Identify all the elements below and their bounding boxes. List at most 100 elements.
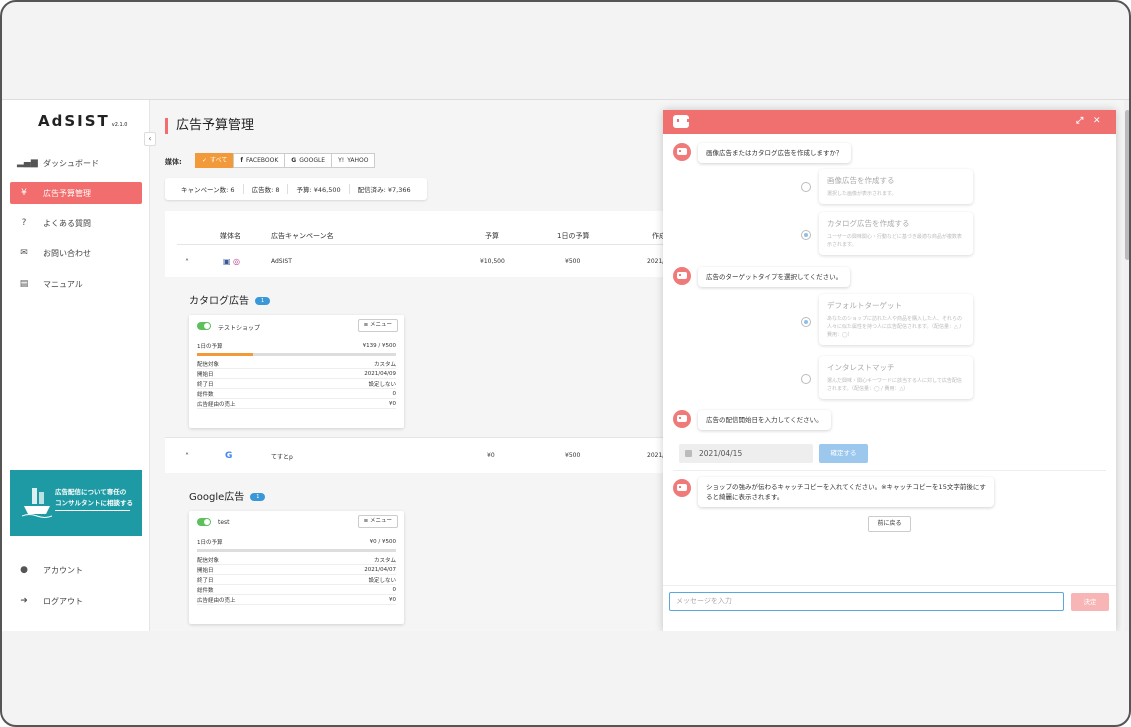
- sidebar-item-label: ダッシュボード: [43, 158, 99, 168]
- page-scrollbar[interactable]: [1124, 100, 1129, 631]
- detail-key: 終了日: [197, 577, 214, 584]
- sidebar-item-label: よくある質問: [43, 218, 91, 228]
- divider: [165, 437, 705, 438]
- section-title: Google広告 1: [189, 488, 266, 503]
- radio-image-ad[interactable]: [801, 182, 811, 192]
- filter-label: 媒体:: [165, 158, 182, 166]
- confirm-button[interactable]: 確定する: [819, 444, 868, 463]
- detail-key: 1日の予算: [197, 344, 223, 350]
- option-desc: ユーザーの興味関心・行動などに基づき最適な商品が複数表示されます。: [827, 234, 962, 248]
- mail-icon: ✉: [20, 248, 28, 258]
- expanded-section-catalog: カタログ広告 1 テストショップ ≡ メニュー 1日の予算 ¥139 / ¥500 …: [165, 277, 705, 437]
- ad-row: 広告経由の売上 ¥0: [197, 595, 396, 605]
- filter-yahoo[interactable]: Y! YAHOO: [331, 153, 376, 168]
- instagram-icon: ◎: [233, 257, 240, 266]
- message-input[interactable]: メッセージを入力: [669, 592, 1064, 611]
- ad-row: 終了日 設定しない: [197, 575, 396, 585]
- detail-value: 設定しない: [368, 381, 396, 388]
- consultant-banner[interactable]: 広告配信について専任の コンサルタントに相談する: [10, 470, 142, 536]
- app-screen: AdSIST v2.1.0 ‹ ▂▄▆ ダッシュボード ¥ 広告予算管理 ? よく…: [2, 99, 1129, 631]
- detail-key: 広告経由の売上: [197, 597, 236, 604]
- option-desc: 選択した画像が表示されます。: [827, 191, 897, 197]
- campaign-daily-budget: ¥500: [565, 258, 581, 265]
- count-badge: 1: [255, 297, 271, 305]
- sidebar-item-logout[interactable]: ➜ ログアウト: [10, 590, 142, 612]
- detail-key: 総件数: [197, 391, 214, 398]
- sidebar-item-contact[interactable]: ✉ お問い合わせ: [10, 242, 142, 264]
- divider: [177, 244, 705, 245]
- campaign-name[interactable]: AdSIST: [271, 258, 292, 265]
- menu-button[interactable]: ≡ メニュー: [357, 515, 398, 528]
- filter-label-text: GOOGLE: [299, 157, 326, 164]
- progress-fill: [197, 353, 253, 356]
- bot-message-line: ショップの強みが伝わるキャッチコピーを入れてください。※キャッチコピーを15文字…: [706, 483, 986, 491]
- campaign-budget: ¥10,500: [480, 258, 505, 265]
- sidebar-item-budget[interactable]: ¥ 広告予算管理: [10, 182, 142, 204]
- campaign-table: 媒体名 広告キャンペーン名 予算 1日の予算 作成 ˄ ▣ ◎ AdSIST ¥…: [165, 211, 705, 631]
- sidebar-item-faq[interactable]: ? よくある質問: [10, 212, 142, 234]
- facebook-icon: ▣: [223, 257, 231, 266]
- detail-key: 総件数: [197, 587, 214, 594]
- detail-key: 配信対象: [197, 361, 220, 368]
- sidebar-item-account[interactable]: ● アカウント: [10, 559, 142, 581]
- campaign-daily-budget: ¥500: [565, 452, 581, 459]
- bot-message: 画像広告またはカタログ広告を作成しますか？: [698, 143, 851, 163]
- option-desc: 選んだ興味・関心キーワードに該当する人に対して広告配信されます。（配信量：◯ /…: [827, 378, 962, 392]
- bot-avatar: [673, 410, 691, 428]
- campaign-created: 2021/: [647, 452, 665, 459]
- check-icon: ✓: [202, 157, 208, 164]
- google-icon: G: [291, 157, 297, 164]
- logo-text: AdSIST: [38, 112, 110, 130]
- option-image-ad[interactable]: 画像広告を作成する 選択した画像が表示されます。: [819, 169, 973, 204]
- ad-row: 終了日 設定しない: [197, 379, 396, 389]
- header-media: 媒体名: [220, 232, 241, 240]
- radio-interest-match[interactable]: [801, 374, 811, 384]
- option-default-target[interactable]: デフォルトターゲット あなたのショップに訪れた人や商品を購入した人、それらの人々…: [819, 294, 973, 345]
- option-catalog-ad[interactable]: カタログ広告を作成する ユーザーの興味関心・行動などに基づき最適な商品が複数表示…: [819, 212, 973, 255]
- filter-facebook[interactable]: f FACEBOOK: [233, 153, 286, 168]
- option-title: インタレストマッチ: [827, 363, 895, 372]
- header-campaign: 広告キャンペーン名: [271, 232, 334, 240]
- detail-value: 0: [392, 390, 397, 397]
- total-budget: 予算: ¥46,500: [288, 184, 350, 194]
- send-button[interactable]: 決定: [1071, 593, 1109, 611]
- back-button[interactable]: 前に戻る: [868, 516, 911, 532]
- radio-catalog-ad[interactable]: [801, 230, 811, 240]
- app-logo[interactable]: AdSIST v2.1.0: [38, 112, 127, 130]
- scrollbar-thumb[interactable]: [1125, 110, 1129, 260]
- detail-value: ¥0 / ¥500: [369, 539, 396, 545]
- expand-toggle[interactable]: ˄: [185, 258, 189, 267]
- detail-value: ¥0: [389, 596, 396, 603]
- ad-row: 総件数 0: [197, 585, 396, 595]
- document-icon: ▤: [19, 279, 29, 289]
- ad-details: 1日の予算 ¥0 / ¥500 配信対象 カスタム 開始日 2021/04/07 終了…: [197, 537, 396, 605]
- radio-default-target[interactable]: [801, 317, 811, 327]
- yahoo-icon: Y!: [338, 157, 345, 164]
- ad-toggle[interactable]: [197, 518, 211, 526]
- detail-value: 0: [392, 586, 397, 593]
- chat-header: ⤢ ✕: [663, 110, 1116, 134]
- sidebar-item-dashboard[interactable]: ▂▄▆ ダッシュボード: [10, 152, 142, 174]
- budget-progress-bar: [197, 549, 396, 552]
- google-icon: G: [225, 451, 233, 461]
- campaign-created: 2021/: [647, 258, 665, 265]
- menu-button[interactable]: ≡ メニュー: [357, 319, 398, 332]
- bar-chart-icon: ▂▄▆: [17, 158, 38, 168]
- expand-icon[interactable]: ⤢: [1076, 116, 1083, 126]
- ad-toggle[interactable]: [197, 322, 211, 330]
- expanded-section-google: Google広告 1 test ≡ メニュー 1日の予算 ¥0 / ¥500 配信対…: [165, 473, 705, 631]
- ad-details: 1日の予算 ¥139 / ¥500 配信対象 カスタム 開始日 2021/04/09 …: [197, 341, 396, 409]
- filter-label-text: FACEBOOK: [246, 157, 279, 164]
- option-interest-match[interactable]: インタレストマッチ 選んだ興味・関心キーワードに該当する人に対して広告配信されま…: [819, 356, 973, 399]
- divider: [673, 470, 1106, 471]
- start-date-input[interactable]: 2021/04/15: [679, 444, 813, 463]
- expand-toggle[interactable]: ˄: [185, 452, 189, 461]
- filter-all[interactable]: ✓ すべて: [195, 153, 235, 168]
- divider: [663, 585, 1116, 586]
- filter-google[interactable]: G GOOGLE: [284, 153, 333, 168]
- logout-icon: ➜: [20, 596, 28, 606]
- sidebar-item-manual[interactable]: ▤ マニュアル: [10, 273, 142, 295]
- campaign-name[interactable]: てすとp: [271, 452, 293, 461]
- close-icon[interactable]: ✕: [1093, 116, 1101, 126]
- bot-avatar: [673, 143, 691, 161]
